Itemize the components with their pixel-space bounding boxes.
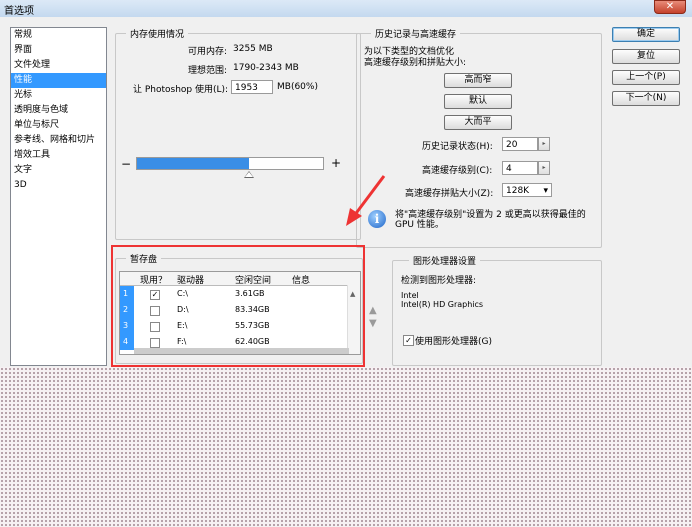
move-up-icon[interactable]: ▲ [369, 305, 377, 316]
header-drive: 驱动器 [177, 276, 205, 286]
cache-desc-line2: 高速缓存级别和拼贴大小: [364, 58, 467, 68]
free-space-cell: 83.34GB [235, 305, 270, 314]
gpu-vendor: Intel [401, 291, 419, 300]
cache-info-line2: GPU 性能。 [395, 220, 444, 230]
category-list[interactable]: 常规 界面 文件处理 性能 光标 透明度与色域 单位与标尺 参考线、网格和切片 增效工具 文字 3D [10, 27, 107, 366]
available-memory-label: 可用内存: [188, 47, 228, 57]
big-flat-button[interactable]: 大而平 [444, 115, 512, 130]
row-number: 3 [120, 318, 134, 334]
ideal-range-label: 理想范围: [188, 66, 228, 76]
nav-item[interactable]: 性能 [11, 73, 106, 88]
nav-item[interactable]: 常规 [11, 28, 106, 43]
tile-size-value: 128K [506, 186, 530, 196]
title-bar: 首选项 ✕ [0, 0, 692, 18]
nav-item[interactable]: 增效工具 [11, 148, 106, 163]
history-states-label: 历史记录状态(H): [422, 142, 493, 152]
history-states-spin-icon[interactable]: ▸ [538, 137, 550, 151]
free-space-cell: 55.73GB [235, 321, 270, 330]
previous-button[interactable]: 上一个(P) [612, 70, 680, 85]
gpu-model: Intel(R) HD Graphics [401, 300, 484, 309]
dotted-background [0, 367, 692, 527]
memory-slider-fill [137, 158, 249, 169]
row-number: 4 [120, 334, 134, 350]
nav-item[interactable]: 参考线、网格和切片 [11, 133, 106, 148]
header-active: 现用？ [140, 276, 168, 286]
active-checkbox[interactable]: ✓ [150, 290, 160, 300]
check-icon: ✓ [405, 336, 412, 345]
table-scrollbar[interactable]: ▲ [347, 285, 360, 354]
slider-minus-icon[interactable]: − [121, 157, 131, 171]
nav-item[interactable]: 透明度与色域 [11, 103, 106, 118]
annotation-arrow-icon [346, 175, 386, 226]
tile-size-select[interactable]: 128K ▾ [502, 183, 552, 197]
header-free-space: 空闲空间 [235, 276, 272, 286]
active-checkbox[interactable] [150, 338, 160, 348]
gpu-detected-label: 检测到图形处理器: [401, 276, 477, 286]
table-row[interactable]: 3 E:\ 55.73GB [120, 318, 360, 334]
tile-size-label: 高速缓存拼贴大小(Z): [405, 189, 494, 199]
table-row[interactable]: 2 D:\ 83.34GB [120, 302, 360, 318]
memory-slider-thumb[interactable] [244, 171, 254, 178]
free-space-cell: 3.61GB [235, 289, 265, 298]
scratch-table-header: 现用？ 驱动器 空闲空间 信息 [120, 272, 360, 286]
photoshop-memory-unit: MB(60%) [277, 82, 318, 92]
cache-levels-label: 高速缓存级别(C): [422, 166, 493, 176]
move-down-icon[interactable]: ▼ [369, 318, 377, 329]
drive-cell: E:\ [177, 321, 188, 330]
reset-button[interactable]: 复位 [612, 49, 680, 64]
cache-levels-input[interactable]: 4 [502, 161, 538, 175]
use-gpu-checkbox[interactable]: ✓ [403, 335, 414, 346]
table-row[interactable]: 1 ✓ C:\ 3.61GB [120, 286, 360, 302]
row-number: 1 [120, 286, 134, 302]
nav-item[interactable]: 界面 [11, 43, 106, 58]
tall-thin-button[interactable]: 高而窄 [444, 73, 512, 88]
gpu-group-title: 图形处理器设置 [409, 254, 481, 267]
nav-item[interactable]: 光标 [11, 88, 106, 103]
nav-item[interactable]: 3D [11, 178, 106, 193]
scroll-up-icon[interactable]: ▲ [350, 290, 355, 298]
memory-group-title: 内存使用情况 [126, 27, 189, 40]
header-info: 信息 [292, 276, 311, 286]
ideal-range-value: 1790-2343 MB [233, 63, 299, 73]
slider-plus-icon[interactable]: + [331, 156, 341, 170]
drive-cell: C:\ [177, 289, 188, 298]
window-title: 首选项 [4, 6, 34, 17]
active-checkbox[interactable] [150, 306, 160, 316]
ok-button[interactable]: 确定 [612, 27, 680, 42]
use-gpu-label[interactable]: 使用图形处理器(G) [415, 334, 492, 347]
drive-cell: D:\ [177, 305, 189, 314]
available-memory-value: 3255 MB [233, 44, 273, 54]
row-number: 2 [120, 302, 134, 318]
scratch-disks-table[interactable]: 现用？ 驱动器 空闲空间 信息 1 ✓ C:\ 3.61GB 2 D:\ 83.34GB 3 E… [119, 271, 361, 355]
cache-levels-spin-icon[interactable]: ▸ [538, 161, 550, 175]
nav-item[interactable]: 文字 [11, 163, 106, 178]
memory-slider[interactable] [136, 157, 324, 170]
default-cache-button[interactable]: 默认 [444, 94, 512, 109]
nav-item[interactable]: 文件处理 [11, 58, 106, 73]
active-checkbox[interactable] [150, 322, 160, 332]
history-group-title: 历史记录与高速缓存 [371, 27, 461, 40]
table-hscroll[interactable] [134, 348, 349, 354]
scratch-group-title: 暂存盘 [126, 252, 162, 265]
photoshop-memory-input[interactable]: 1953 [231, 80, 273, 94]
next-button[interactable]: 下一个(N) [612, 91, 680, 106]
nav-item[interactable]: 单位与标尺 [11, 118, 106, 133]
chevron-down-icon: ▾ [543, 186, 548, 196]
close-button[interactable]: ✕ [654, 0, 686, 14]
photoshop-memory-label: 让 Photoshop 使用(L): [133, 85, 229, 95]
history-states-input[interactable]: 20 [502, 137, 538, 151]
